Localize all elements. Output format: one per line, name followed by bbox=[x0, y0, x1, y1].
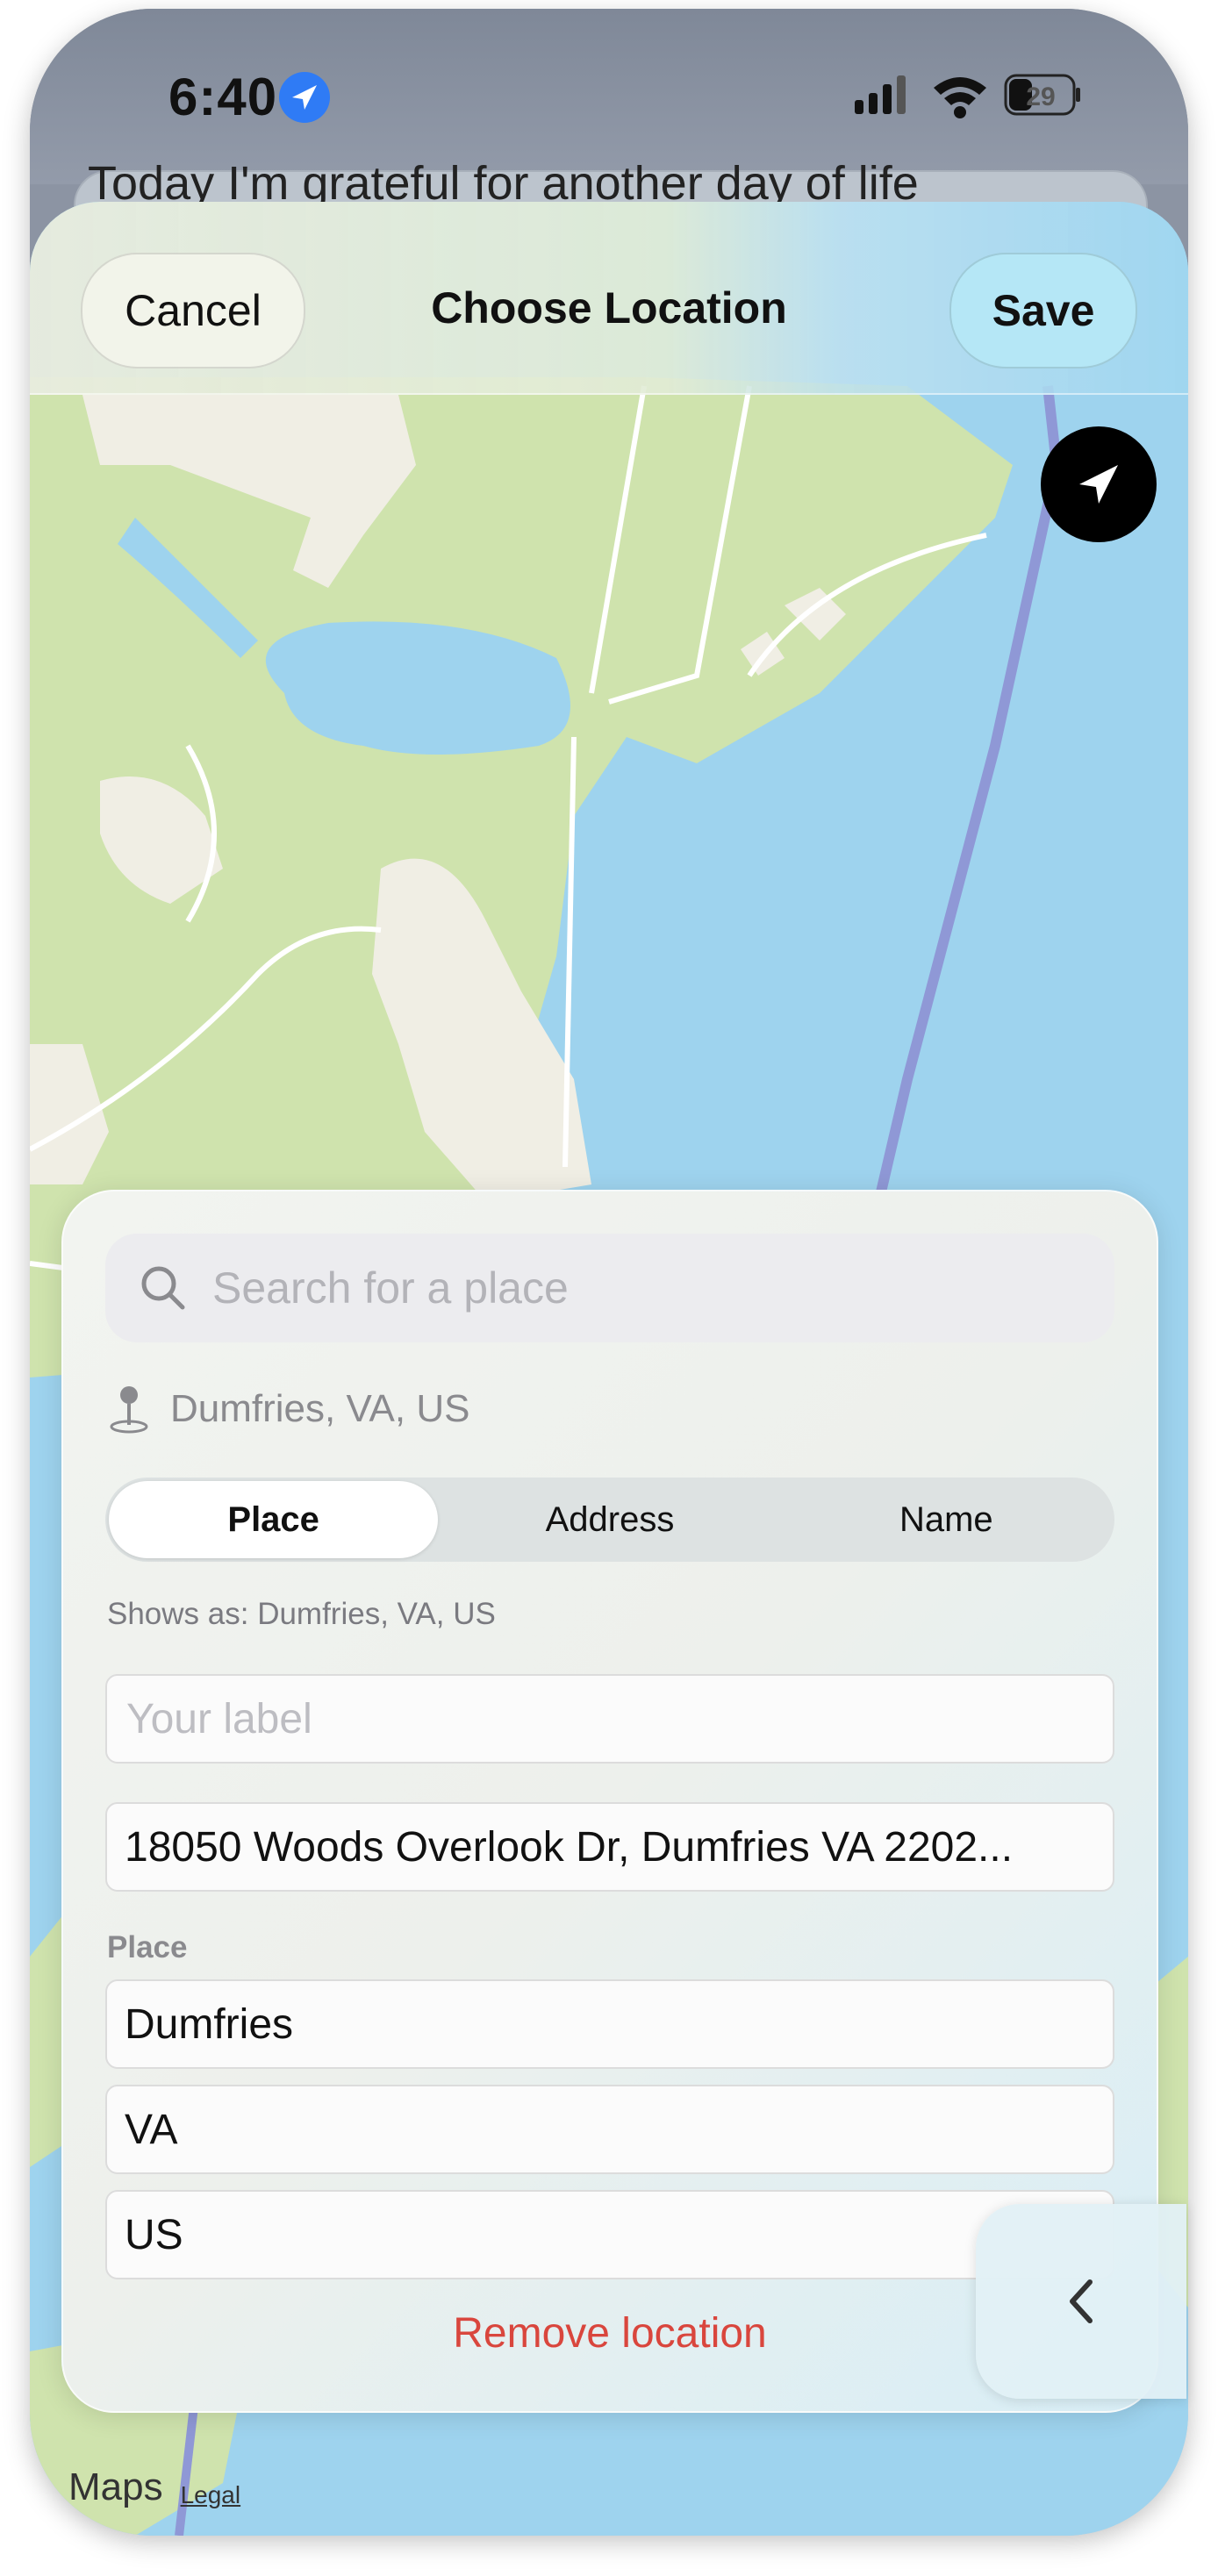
battery-icon: 29 bbox=[1004, 74, 1080, 116]
save-button[interactable]: Save bbox=[949, 253, 1137, 369]
segment-address[interactable]: Address bbox=[445, 1481, 774, 1558]
display-mode-segmented-control: Place Address Name bbox=[105, 1478, 1114, 1562]
search-field[interactable] bbox=[105, 1234, 1114, 1342]
map-attribution: Maps Legal bbox=[68, 2465, 240, 2509]
label-field[interactable] bbox=[105, 1674, 1114, 1764]
chevron-left-icon bbox=[1070, 2279, 1093, 2323]
current-location-row: Dumfries, VA, US bbox=[107, 1383, 469, 1435]
country-value: US bbox=[125, 2211, 183, 2258]
segment-name[interactable]: Name bbox=[782, 1481, 1111, 1558]
current-location-text: Dumfries, VA, US bbox=[170, 1387, 470, 1430]
legal-link[interactable]: Legal bbox=[181, 2481, 241, 2509]
location-arrow-icon bbox=[1079, 465, 1118, 504]
status-icons: 29 bbox=[855, 74, 1080, 118]
wifi-icon bbox=[934, 77, 986, 118]
location-sheet: Cancel Choose Location Save Maps Legal D… bbox=[30, 202, 1188, 2536]
maps-logo-text: Maps bbox=[68, 2465, 163, 2508]
place-value: Dumfries bbox=[125, 2000, 294, 2048]
search-icon bbox=[141, 1266, 185, 1310]
label-input[interactable] bbox=[125, 1693, 1076, 1744]
address-field[interactable]: 18050 Woods Overlook Dr, Dumfries VA 220… bbox=[105, 1802, 1114, 1892]
state-field[interactable]: VA bbox=[105, 2085, 1114, 2174]
pin-icon bbox=[110, 1386, 148, 1434]
place-section-label: Place bbox=[107, 1930, 188, 1964]
svg-text:29: 29 bbox=[1026, 82, 1055, 111]
current-location-button[interactable] bbox=[1041, 426, 1157, 542]
place-field[interactable]: Dumfries bbox=[105, 1979, 1114, 2069]
address-value: 18050 Woods Overlook Dr, Dumfries VA 220… bbox=[125, 1823, 1014, 1871]
search-input[interactable] bbox=[211, 1262, 1092, 1314]
shows-as-text: Shows as: Dumfries, VA, US bbox=[107, 1597, 496, 1631]
collapse-panel-button[interactable] bbox=[976, 2204, 1186, 2399]
location-services-icon bbox=[279, 72, 330, 123]
state-value: VA bbox=[125, 2106, 178, 2153]
status-time: 6:40 bbox=[168, 68, 278, 126]
country-field[interactable]: US bbox=[105, 2190, 1114, 2279]
nav-bar: Cancel Choose Location Save bbox=[30, 202, 1188, 395]
signal-icon bbox=[855, 75, 906, 114]
segment-place[interactable]: Place bbox=[109, 1481, 439, 1558]
